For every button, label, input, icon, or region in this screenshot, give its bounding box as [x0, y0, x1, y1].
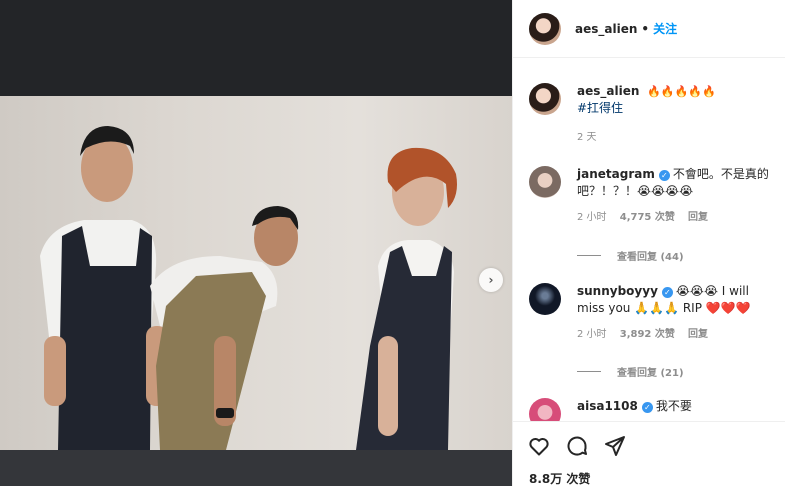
post-header: aes_alien • 关注 [513, 0, 785, 58]
chevron-right-icon[interactable]: › [479, 268, 503, 292]
caption-hashtag[interactable]: #扛得住 [577, 101, 623, 115]
verified-badge-icon: ✓ [658, 170, 670, 181]
verified-badge-icon: ✓ [641, 402, 653, 413]
photo-shadow-floor [0, 450, 512, 486]
view-replies-button[interactable]: 查看回复 (21) [577, 364, 684, 379]
comment-likes[interactable]: 3,892 次赞 [620, 329, 675, 340]
caption-time: 2 天 [577, 132, 597, 143]
avatar[interactable] [529, 83, 561, 115]
avatar[interactable] [529, 166, 561, 198]
comments-list[interactable]: aes_alien 🔥🔥🔥🔥🔥 #扛得住 2 天 janetagram ✓ 不會吧。… [513, 59, 785, 421]
header-separator: • [641, 21, 650, 36]
reply-button[interactable]: 回复 [688, 329, 708, 340]
photo-illustration [40, 126, 457, 450]
comment-text: 我不要 [655, 399, 692, 413]
avatar[interactable] [529, 12, 561, 45]
verified-badge-icon: ✓ [661, 287, 673, 298]
heart-icon[interactable] [527, 434, 551, 458]
comment-icon[interactable] [565, 434, 589, 458]
post-panel: aes_alien • 关注 aes_alien 🔥🔥🔥🔥🔥 #扛得住 2 天 … [512, 0, 785, 486]
avatar[interactable] [529, 283, 561, 315]
comment-username[interactable]: janetagram [577, 167, 655, 181]
view-replies-button[interactable]: 查看回复 (44) [577, 248, 684, 263]
caption-emojis: 🔥🔥🔥🔥🔥 [647, 85, 716, 98]
divider-line [577, 255, 601, 256]
avatar[interactable] [529, 398, 561, 421]
like-count[interactable]: 8.8万 次赞 [529, 470, 590, 486]
comment-time: 2 小时 [577, 329, 607, 340]
follow-button[interactable]: 关注 [653, 20, 677, 37]
post-actions: 8.8万 次赞 [513, 421, 785, 486]
comment-username[interactable]: sunnyboyyy [577, 284, 658, 298]
reply-button[interactable]: 回复 [688, 212, 708, 223]
divider-line [577, 371, 601, 372]
view-replies-label: 查看回复 (44) [617, 252, 684, 263]
post-media: › [0, 0, 512, 486]
comment-username[interactable]: aisa1108 [577, 399, 638, 413]
header-username[interactable]: aes_alien [575, 22, 637, 36]
view-replies-label: 查看回复 (21) [617, 368, 684, 379]
comment-time: 2 小时 [577, 212, 607, 223]
caption-username[interactable]: aes_alien [577, 84, 639, 98]
comment-likes[interactable]: 4,775 次赞 [620, 212, 675, 223]
share-icon[interactable] [603, 434, 627, 458]
post-photo [0, 96, 512, 450]
